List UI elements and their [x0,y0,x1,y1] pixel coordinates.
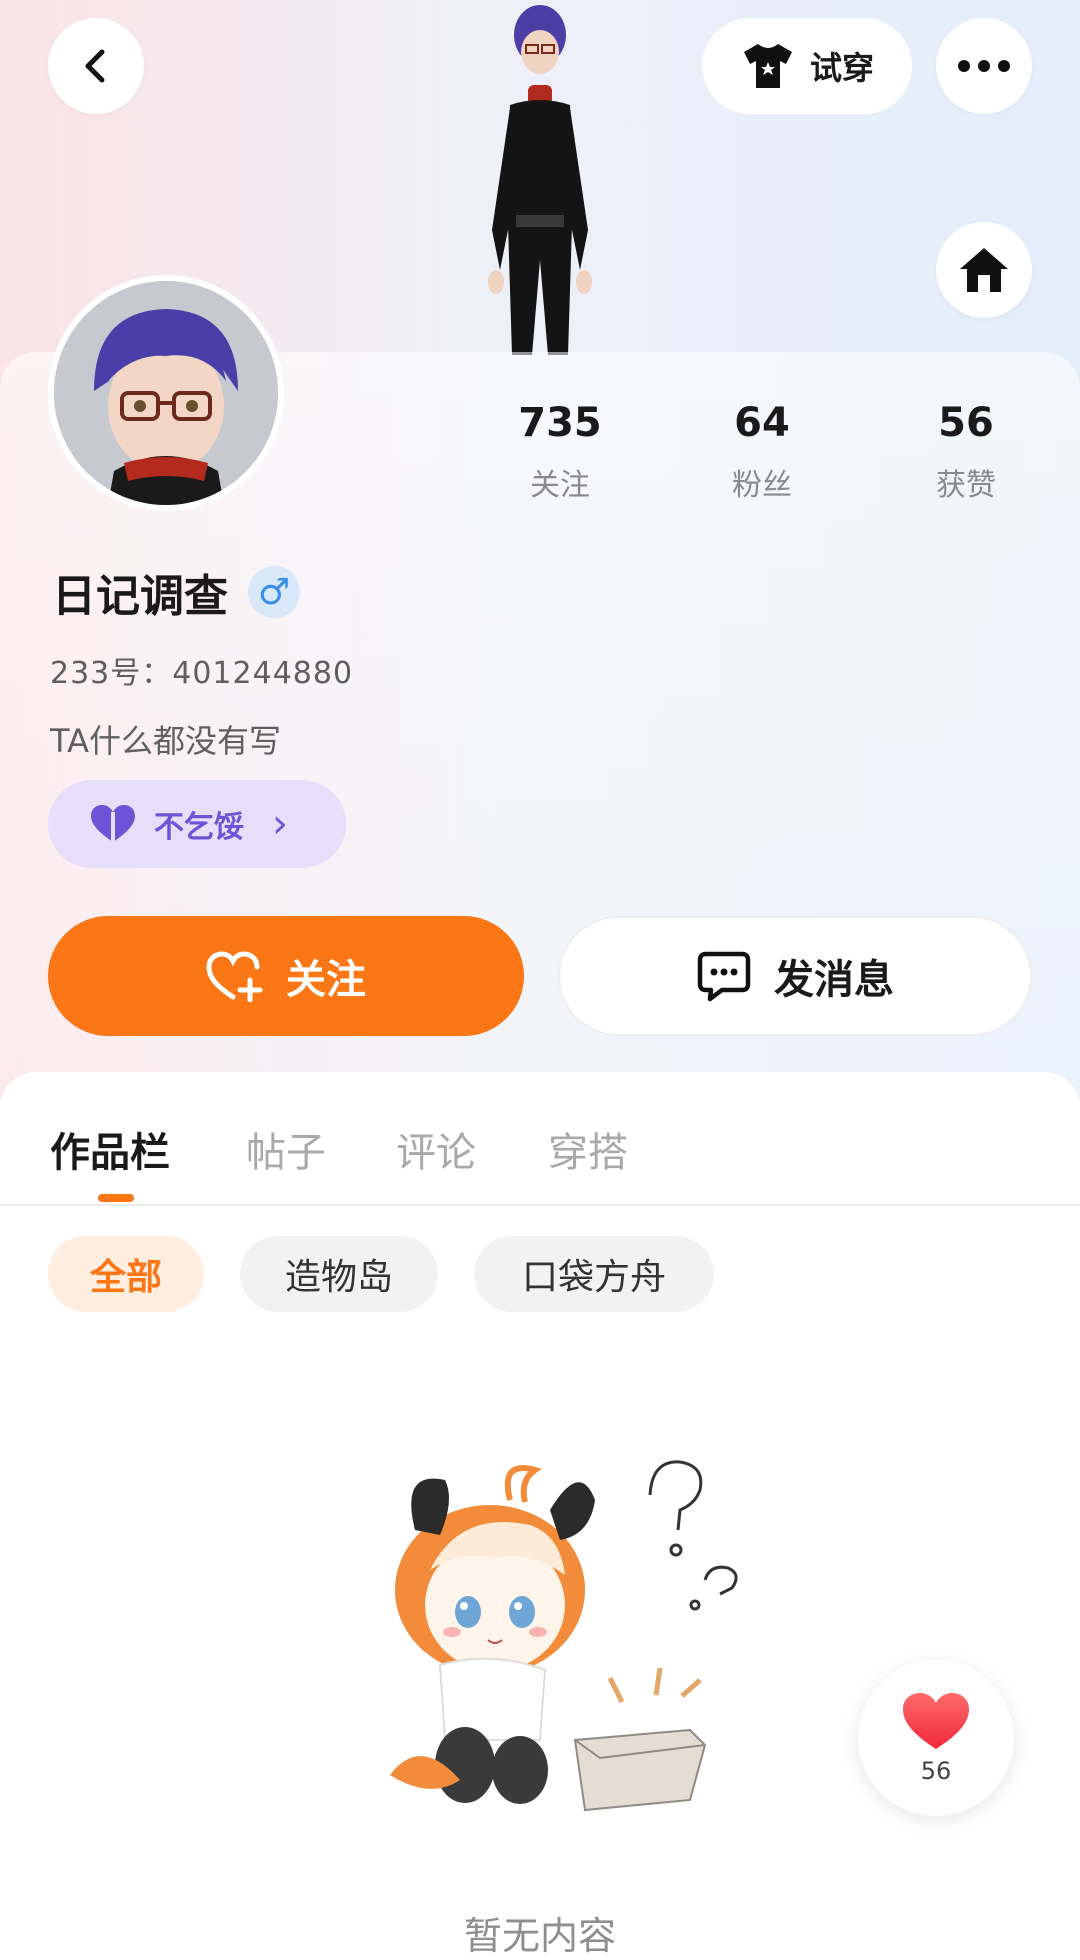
stat-fans-value: 64 [734,400,790,446]
username: 日记调查 [52,571,228,622]
tabs-divider [0,1204,1080,1206]
stat-following[interactable]: 735 关注 [480,400,640,504]
avatar[interactable] [48,275,284,511]
stat-following-label: 关注 [530,468,590,503]
floating-like-button[interactable]: 56 [858,1660,1014,1816]
stat-likes-label: 获赞 [936,468,996,503]
floating-like-count: 56 [920,1757,952,1785]
send-message-button[interactable]: 发消息 [558,916,1032,1036]
home-icon [960,248,1008,292]
heart-plus-icon [206,951,263,1002]
heart-icon [903,1693,969,1749]
follow-button-label: 关注 [286,957,366,1003]
try-on-label: 试穿 [809,49,874,87]
filter-all[interactable]: 全部 [48,1236,204,1312]
tab-comments[interactable]: 评论 [396,1120,476,1178]
tab-outfits[interactable]: 穿搭 [548,1120,628,1178]
avatar-portrait [54,281,278,505]
content-tabs: 作品栏 帖子 评论 穿搭 [0,1080,1080,1204]
filter-creation-island[interactable]: 造物岛 [240,1236,438,1312]
avatar-3d-figure [488,5,592,355]
tshirt-icon [743,44,792,88]
follow-button[interactable]: 关注 [48,916,524,1036]
gender-male-icon: ♂ [248,566,300,618]
home-button[interactable] [936,222,1032,318]
empty-state-text: 暂无内容 [463,1914,616,1958]
personality-tag[interactable]: 不乞馁 › [48,780,346,868]
heart-icon [91,805,135,842]
personality-tag-label: 不乞馁 [154,810,244,845]
chat-bubble-icon [697,951,751,1002]
stat-fans-label: 粉丝 [732,468,792,503]
filter-pocket-ark[interactable]: 口袋方舟 [474,1236,714,1312]
stat-following-value: 735 [518,400,602,446]
active-tab-indicator [98,1194,134,1202]
chevron-right-icon: › [272,801,288,847]
user-id: 233号：401244880 [50,656,354,691]
bio: TA什么都没有写 [50,722,281,760]
username-row: 日记调查 ♂ [52,560,300,624]
more-button[interactable] [936,18,1032,114]
back-button[interactable] [48,18,144,114]
try-on-button[interactable]: 试穿 [702,18,912,114]
more-dots-icon [958,60,1010,72]
tab-posts[interactable]: 帖子 [246,1120,326,1178]
avatar-image [54,281,278,505]
back-arrow-icon [85,49,105,83]
send-message-label: 发消息 [774,957,894,1003]
stat-fans[interactable]: 64 粉丝 [682,400,842,504]
stat-likes[interactable]: 56 获赞 [886,400,1046,504]
tab-works[interactable]: 作品栏 [50,1120,170,1178]
empty-state-illustration [390,1460,738,1812]
stat-likes-value: 56 [938,400,994,446]
